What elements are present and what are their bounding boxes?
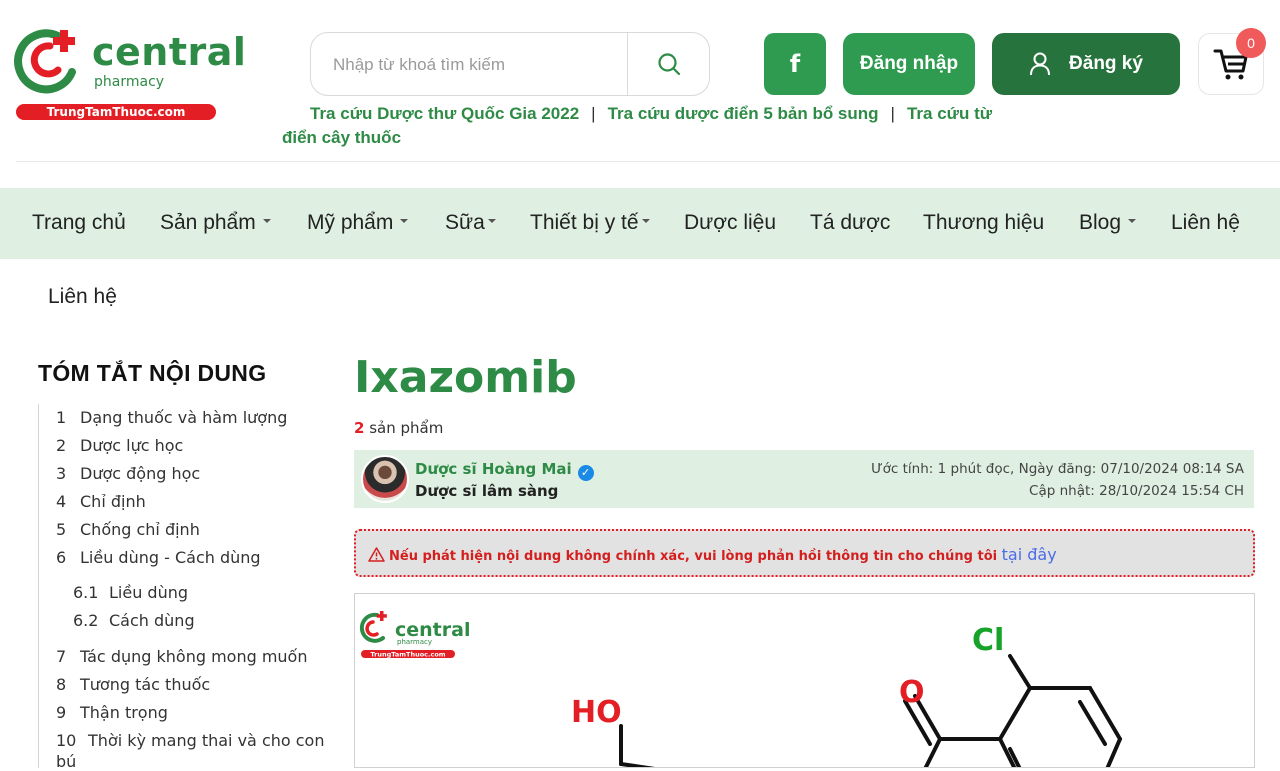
nav-item-contact[interactable]: Liên hệ xyxy=(1171,211,1240,235)
login-button[interactable]: Đăng nhập xyxy=(843,33,975,95)
toc-subitem[interactable]: 6.2 Cách dùng xyxy=(73,611,195,630)
nav-item-home[interactable]: Trang chủ xyxy=(32,211,126,235)
nav-item-products[interactable]: Sản phẩm xyxy=(160,211,271,235)
toc-item-continued[interactable]: bú xyxy=(56,752,76,771)
quick-link-duoc-dien[interactable]: Tra cứu dược điển 5 bản bổ sung xyxy=(608,104,879,123)
main-nav: Trang chủ Sản phẩm Mỹ phẩm Sữa Thiết bị … xyxy=(0,188,1280,259)
feedback-warning: Nếu phát hiện nội dung không chính xác, … xyxy=(354,529,1255,577)
toc-item[interactable]: 1 Dạng thuốc và hàm lượng xyxy=(56,408,287,427)
logo-wordmark: central xyxy=(92,30,247,74)
search-icon xyxy=(657,53,680,76)
facebook-icon: f xyxy=(789,50,801,78)
structure-bonds xyxy=(619,654,1122,767)
chevron-down-icon xyxy=(1128,219,1137,224)
watermark-logo: central pharmacy TrungTamThuoc.com xyxy=(359,611,470,659)
page-title: Ixazomib xyxy=(354,352,577,403)
search-box xyxy=(310,32,710,96)
quick-link-duoc-thu[interactable]: Tra cứu Dược thư Quốc Gia 2022 xyxy=(310,104,579,123)
toc-item[interactable]: 3 Dược động học xyxy=(56,464,200,483)
warning-icon xyxy=(368,547,385,562)
facebook-button[interactable]: f xyxy=(764,33,826,95)
toc-item[interactable]: 5 Chống chỉ định xyxy=(56,520,200,539)
chevron-down-icon xyxy=(400,219,409,224)
toc-item[interactable]: 6 Liều dùng - Cách dùng xyxy=(56,548,261,567)
ixazomib-structure-drawing: central pharmacy TrungTamThuoc.com Cl O … xyxy=(359,611,1122,767)
site-logo[interactable]: central pharmacy TrungTamThuoc.com xyxy=(14,22,246,124)
nav-item-cosmetics[interactable]: Mỹ phẩm xyxy=(307,211,409,235)
author-name[interactable]: Dược sĩ Hoàng Mai ✓ xyxy=(415,460,594,481)
nav-item-excipients[interactable]: Tá dược xyxy=(810,211,890,235)
nav-item-blog[interactable]: Blog xyxy=(1079,211,1137,235)
nav-item-milk[interactable]: Sữa xyxy=(445,211,496,235)
header-divider xyxy=(16,161,1280,162)
update-info: Cập nhật: 28/10/2024 15:54 CH xyxy=(1029,483,1244,499)
toc-item[interactable]: 7 Tác dụng không mong muốn xyxy=(56,647,307,666)
toc-item[interactable]: 10 Thời kỳ mang thai và cho con xyxy=(56,731,324,750)
nav-item-brands[interactable]: Thương hiệu xyxy=(923,211,1044,235)
toc-item[interactable]: 4 Chỉ định xyxy=(56,492,146,511)
toc-item[interactable]: 8 Tương tác thuốc xyxy=(56,675,210,694)
toc-item[interactable]: 2 Dược lực học xyxy=(56,436,183,455)
feedback-link[interactable]: tại đây xyxy=(1002,545,1057,564)
cart-count-badge: 0 xyxy=(1236,28,1266,58)
chemical-structure-image: central pharmacy TrungTamThuoc.com Cl O … xyxy=(354,593,1255,768)
toc-title: TÓM TẮT NỘI DUNG xyxy=(38,360,267,386)
table-of-contents: 1 Dạng thuốc và hàm lượng 2 Dược lực học 3… xyxy=(38,404,324,771)
chlorine-label: Cl xyxy=(972,623,1004,658)
chevron-down-icon xyxy=(641,219,650,224)
logo-subtitle: pharmacy xyxy=(94,74,165,90)
quick-link-separator: | xyxy=(591,104,596,123)
search-button[interactable] xyxy=(627,33,709,95)
register-button[interactable]: Đăng ký xyxy=(992,33,1180,95)
publish-info: Ước tính: 1 phút đọc, Ngày đăng: 07/10/2… xyxy=(871,461,1244,477)
product-count-label: sản phẩm xyxy=(369,419,444,437)
hydroxyl-label: HO xyxy=(571,695,622,730)
author-box: Dược sĩ Hoàng Mai ✓ Dược sĩ lâm sàng Ước … xyxy=(354,450,1254,508)
watermark-domain: TrungTamThuoc.com xyxy=(370,651,445,659)
nav-item-herbs[interactable]: Dược liệu xyxy=(684,211,776,235)
product-count-number: 2 xyxy=(354,419,365,437)
avatar[interactable] xyxy=(361,455,409,503)
quick-link-separator: | xyxy=(890,104,895,123)
search-input[interactable] xyxy=(333,51,623,79)
product-count: 2 sản phẩm xyxy=(354,419,443,437)
user-icon xyxy=(1030,52,1051,76)
watermark-sub: pharmacy xyxy=(397,638,432,646)
toc-subitem[interactable]: 6.1 Liều dùng xyxy=(73,583,188,602)
warning-message: Nếu phát hiện nội dung không chính xác, … xyxy=(368,545,1057,564)
logo-domain: TrungTamThuoc.com xyxy=(16,104,216,120)
verified-icon: ✓ xyxy=(577,465,594,481)
toc-item[interactable]: 9 Thận trọng xyxy=(56,703,168,722)
author-role: Dược sĩ lâm sàng xyxy=(415,482,559,500)
nav-item-medical-devices[interactable]: Thiết bị y tế xyxy=(530,211,650,235)
quick-links: Tra cứu Dược thư Quốc Gia 2022 | Tra cứu d… xyxy=(282,102,1022,150)
breadcrumb[interactable]: Liên hệ xyxy=(48,285,117,309)
chevron-down-icon xyxy=(262,219,271,224)
pharmacy-cross-logo-icon xyxy=(14,29,76,94)
article-meta: Ước tính: 1 phút đọc, Ngày đăng: 07/10/2… xyxy=(871,458,1244,502)
chevron-down-icon xyxy=(487,219,496,224)
register-label: Đăng ký xyxy=(1069,53,1143,74)
oxygen-label: O xyxy=(899,675,925,710)
